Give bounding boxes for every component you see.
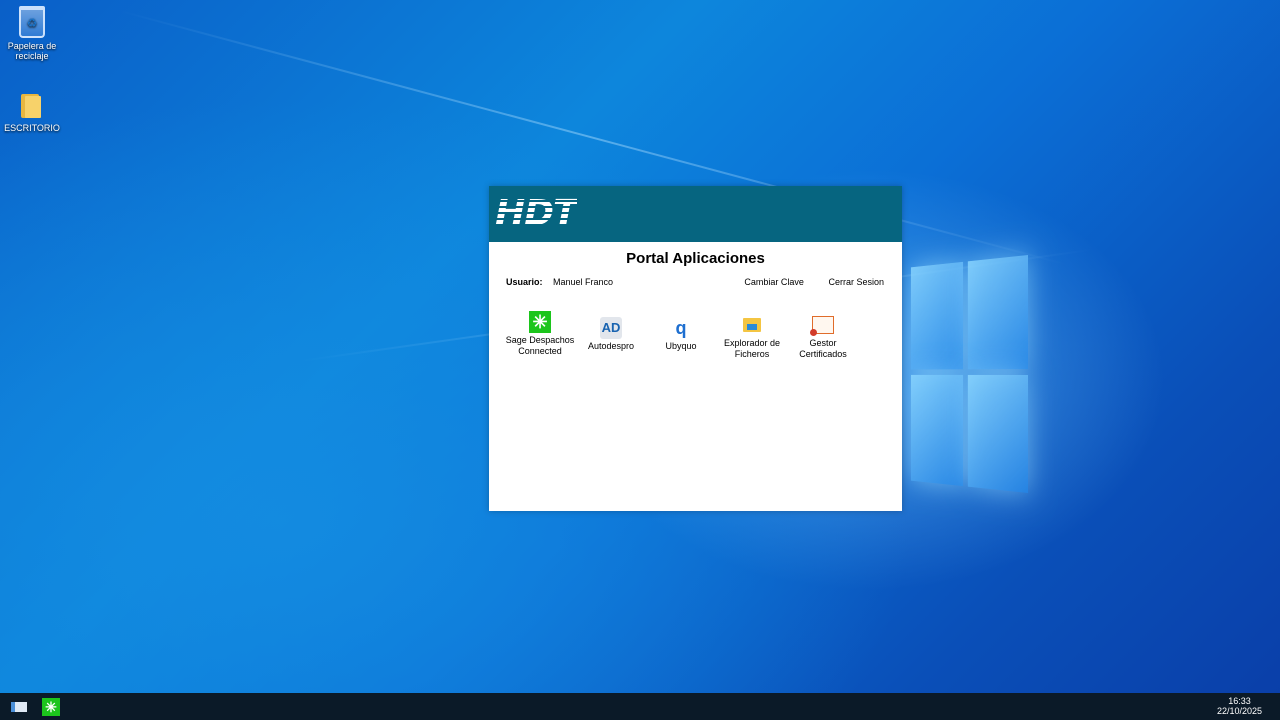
change-password-link[interactable]: Cambiar Clave: [744, 277, 804, 287]
file-explorer-icon: [741, 314, 763, 336]
portal-header: HDT: [489, 186, 902, 242]
app-autodespro[interactable]: AD Autodespro: [576, 317, 646, 352]
folder-icon: [17, 90, 47, 120]
user-label: Usuario:: [506, 277, 543, 287]
clock-date: 22/10/2025: [1216, 706, 1262, 716]
sage-icon: ✳: [529, 311, 551, 333]
user-info: Usuario: Manuel Franco: [506, 277, 613, 287]
start-button[interactable]: [9, 697, 29, 717]
app-sage-despachos[interactable]: ✳ Sage Despachos Connected: [505, 311, 575, 356]
desktop-icon-recycle-bin[interactable]: ♻ Papelera de reciclaje: [0, 6, 64, 61]
start-icon: [11, 702, 27, 712]
app-label: Sage Despachos Connected: [505, 335, 575, 356]
desktop-icon-escritorio[interactable]: ESCRITORIO: [0, 90, 64, 133]
system-clock[interactable]: 16:33 22/10/2025: [1217, 696, 1262, 716]
app-certificate-manager[interactable]: Gestor Certificados: [788, 314, 858, 359]
app-label: Autodespro: [587, 341, 635, 351]
app-label: Gestor Certificados: [799, 338, 847, 359]
app-file-explorer[interactable]: Explorador de Ficheros: [717, 314, 787, 359]
logout-link[interactable]: Cerrar Sesion: [828, 277, 884, 287]
app-label: Ubyquo: [665, 341, 697, 351]
hdt-logo: HDT: [495, 193, 578, 234]
app-ubyquo[interactable]: q Ubyquo: [646, 317, 716, 352]
recycle-bin-icon: ♻: [19, 6, 45, 38]
sage-icon: ✳: [42, 698, 60, 716]
desktop-icon-label: ESCRITORIO: [4, 123, 60, 133]
taskbar-app-sage[interactable]: ✳: [41, 697, 61, 717]
account-links: Cambiar Clave Cerrar Sesion: [722, 277, 884, 287]
certificate-icon: [810, 314, 834, 336]
windows-wallpaper-logo: [910, 255, 1028, 493]
autodespro-icon: AD: [600, 317, 622, 339]
page-title: Portal Aplicaciones: [626, 250, 765, 267]
ubyquo-icon: q: [675, 317, 687, 338]
app-label: Explorador de Ficheros: [723, 338, 781, 359]
desktop-icon-label: Papelera de reciclaje: [7, 41, 57, 61]
user-name: Manuel Franco: [553, 277, 614, 287]
portal-window: HDT Portal Aplicaciones Usuario: Manuel …: [489, 186, 902, 511]
taskbar: ✳ 16:33 22/10/2025: [0, 693, 1280, 720]
clock-time: 16:33: [1228, 696, 1251, 706]
